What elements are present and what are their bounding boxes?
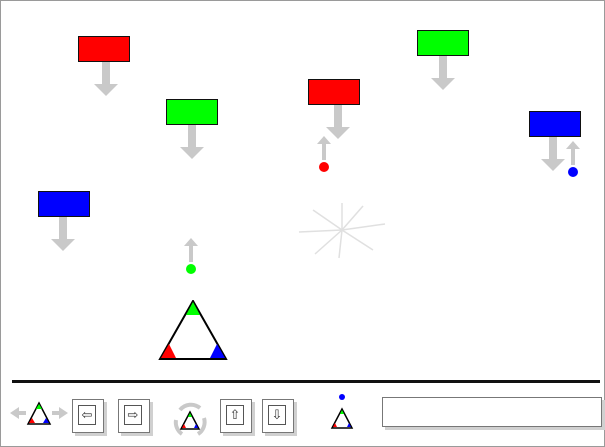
player-triangle[interactable]	[158, 300, 228, 362]
block	[417, 30, 469, 56]
burst-effect	[298, 203, 386, 259]
up-arrow-key-icon[interactable]: ⇧	[220, 399, 252, 433]
block	[78, 36, 130, 62]
green-shot-dot	[186, 264, 196, 274]
down-arrow-icon	[541, 137, 565, 173]
block	[308, 79, 360, 105]
down-arrow-icon	[51, 217, 75, 253]
down-arrow-icon	[180, 125, 204, 161]
red-shot-dot	[319, 162, 329, 172]
down-arrow-key-icon[interactable]: ⇩	[262, 399, 294, 433]
divider	[12, 380, 600, 383]
down-arrow-glyph: ⇩	[268, 405, 286, 425]
block	[529, 111, 581, 137]
fire-icon[interactable]	[330, 393, 356, 433]
blue-shot-dot	[568, 167, 578, 177]
down-arrow-icon	[94, 62, 118, 98]
up-arrow-icon	[184, 238, 198, 262]
up-arrow-icon	[317, 136, 331, 160]
right-arrow-key-icon[interactable]: ⇨	[118, 399, 150, 433]
move-horizontal-icon[interactable]	[10, 400, 68, 430]
up-arrow-icon	[566, 141, 580, 165]
block	[38, 191, 90, 217]
block	[166, 99, 218, 125]
status-bar	[382, 397, 602, 427]
up-arrow-glyph: ⇧	[226, 405, 244, 425]
left-arrow-key-icon[interactable]: ⇦	[72, 399, 104, 433]
down-arrow-icon	[431, 56, 455, 92]
left-arrow-glyph: ⇦	[78, 405, 96, 425]
right-arrow-glyph: ⇨	[124, 405, 142, 425]
rotate-icon[interactable]	[170, 400, 210, 440]
